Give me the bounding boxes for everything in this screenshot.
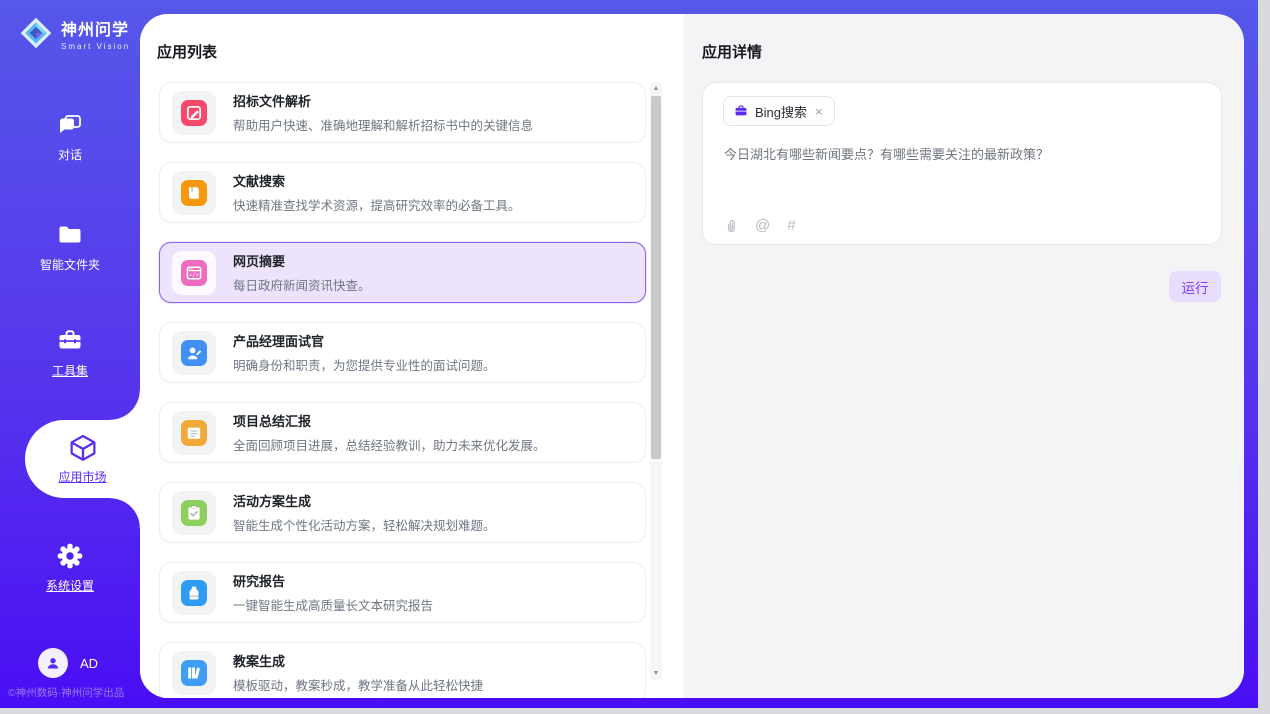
- app-desc: 全面回顾项目进展，总结经验教训，助力未来优化发展。: [233, 435, 546, 454]
- sidebar-item-label: 工具集: [52, 362, 88, 379]
- app-card-project-summary[interactable]: 项目总结汇报 全面回顾项目进展，总结经验教训，助力未来优化发展。: [159, 402, 646, 463]
- app-card-literature-search[interactable]: 文献搜索 快速精准查找学术资源，提高研究效率的必备工具。: [159, 162, 646, 223]
- briefcase-icon: [734, 104, 748, 118]
- app-list-panel: 应用列表 招标文件解析 帮助用户快速、准确地理解和解析招标书中的关键信: [140, 14, 683, 698]
- cube-icon: [68, 433, 98, 463]
- app-card-bid-parse[interactable]: 招标文件解析 帮助用户快速、准确地理解和解析招标书中的关键信息: [159, 82, 646, 143]
- copyright-footer: ©神州数码·神州问学出品: [8, 685, 124, 700]
- literature-search-icon: [181, 180, 207, 206]
- app-window: 神州问学 Smart Vision 对话 智能文件夹: [0, 0, 1258, 708]
- tool-tag-label: Bing搜索: [755, 102, 807, 121]
- app-name: 教案生成: [233, 651, 483, 670]
- brand-subtitle: Smart Vision: [61, 42, 130, 51]
- app-name: 研究报告: [233, 571, 433, 590]
- bid-document-icon: [181, 100, 207, 126]
- event-plan-icon: [181, 500, 207, 526]
- app-desc: 智能生成个性化活动方案，轻松解决规划难题。: [233, 515, 496, 534]
- app-card-pm-interviewer[interactable]: 产品经理面试官 明确身份和职责，为您提供专业性的面试问题。: [159, 322, 646, 383]
- brand-name: 神州问学: [61, 16, 130, 40]
- app-list-scrollbar[interactable]: ▲ ▼: [650, 82, 662, 680]
- app-desc: 明确身份和职责，为您提供专业性的面试问题。: [233, 355, 496, 374]
- toolbox-icon: [56, 327, 84, 355]
- app-name: 产品经理面试官: [233, 331, 496, 350]
- attachment-toolbar: @ #: [724, 217, 796, 234]
- app-desc: 帮助用户快速、准确地理解和解析招标书中的关键信息: [233, 115, 533, 134]
- sidebar-item-toolset[interactable]: 工具集: [0, 327, 140, 379]
- main-content: 应用列表 招标文件解析 帮助用户快速、准确地理解和解析招标书中的关键信: [140, 14, 1244, 698]
- app-desc: 一键智能生成高质量长文本研究报告: [233, 595, 433, 614]
- sidebar-item-label: 应用市场: [58, 468, 106, 485]
- sidebar-item-label: 对话: [58, 146, 82, 163]
- scroll-up-icon[interactable]: ▲: [650, 82, 662, 95]
- app-card-research-report[interactable]: 研究报告 一键智能生成高质量长文本研究报告: [159, 562, 646, 623]
- app-name: 项目总结汇报: [233, 411, 546, 430]
- app-list: 招标文件解析 帮助用户快速、准确地理解和解析招标书中的关键信息: [159, 82, 646, 698]
- sidebar-item-chat[interactable]: 对话: [0, 111, 140, 163]
- bubble-bottom-curve: [110, 498, 140, 528]
- hashtag-icon[interactable]: #: [787, 217, 795, 234]
- user-initials: AD: [80, 656, 98, 671]
- app-name: 网页摘要: [233, 251, 371, 270]
- app-desc: 每日政府新闻资讯快查。: [233, 275, 371, 294]
- diamond-logo-icon: [18, 15, 54, 51]
- app-name: 活动方案生成: [233, 491, 496, 510]
- sidebar: 神州问学 Smart Vision 对话 智能文件夹: [0, 0, 140, 708]
- sidebar-item-label: 系统设置: [46, 577, 94, 594]
- app-name: 文献搜索: [233, 171, 521, 190]
- sidebar-item-settings[interactable]: 系统设置: [0, 542, 140, 594]
- folder-icon: [56, 221, 84, 249]
- app-detail-title: 应用详情: [702, 41, 762, 62]
- app-card-event-plan[interactable]: 活动方案生成 智能生成个性化活动方案，轻松解决规划难题。: [159, 482, 646, 543]
- app-detail-panel: 应用详情 Bing搜索 × 今日湖北有哪些新闻要点？有哪些需要关注的最新政策？: [683, 14, 1244, 698]
- app-desc: 快速精准查找学术资源，提高研究效率的必备工具。: [233, 195, 521, 214]
- app-name: 招标文件解析: [233, 91, 533, 110]
- chat-icon: [56, 111, 84, 139]
- lesson-plan-icon: [181, 660, 207, 686]
- project-summary-icon: [181, 420, 207, 446]
- app-list-title: 应用列表: [157, 41, 217, 62]
- sidebar-item-smart-folder[interactable]: 智能文件夹: [0, 221, 140, 273]
- run-button[interactable]: 运行: [1169, 271, 1221, 302]
- paperclip-icon[interactable]: [724, 218, 738, 234]
- prompt-card: Bing搜索 × 今日湖北有哪些新闻要点？有哪些需要关注的最新政策？ @ #: [702, 82, 1222, 245]
- gear-icon: [56, 542, 84, 570]
- scrollbar-thumb[interactable]: [651, 96, 661, 459]
- tool-tag-bing-search[interactable]: Bing搜索 ×: [723, 96, 835, 126]
- app-card-lesson-plan[interactable]: 教案生成 模板驱动，教案秒成，教学准备从此轻松快捷: [159, 642, 646, 698]
- sidebar-item-app-market[interactable]: 应用市场: [25, 420, 140, 498]
- research-report-icon: [181, 580, 207, 606]
- brand-logo: 神州问学 Smart Vision: [18, 15, 130, 51]
- svg-text:</>: </>: [189, 272, 199, 278]
- prompt-input[interactable]: 今日湖北有哪些新闻要点？有哪些需要关注的最新政策？: [724, 145, 1202, 165]
- pm-interviewer-icon: [181, 340, 207, 366]
- user-account[interactable]: AD: [38, 648, 98, 678]
- bubble-top-curve: [110, 390, 140, 420]
- close-icon[interactable]: ×: [814, 105, 824, 118]
- mention-icon[interactable]: @: [755, 217, 770, 234]
- app-card-web-summary[interactable]: </> 网页摘要 每日政府新闻资讯快查。: [159, 242, 646, 303]
- web-summary-icon: </>: [181, 260, 207, 286]
- sidebar-item-label: 智能文件夹: [40, 256, 100, 273]
- avatar: [38, 648, 68, 678]
- app-desc: 模板驱动，教案秒成，教学准备从此轻松快捷: [233, 675, 483, 694]
- scroll-down-icon[interactable]: ▼: [650, 667, 662, 680]
